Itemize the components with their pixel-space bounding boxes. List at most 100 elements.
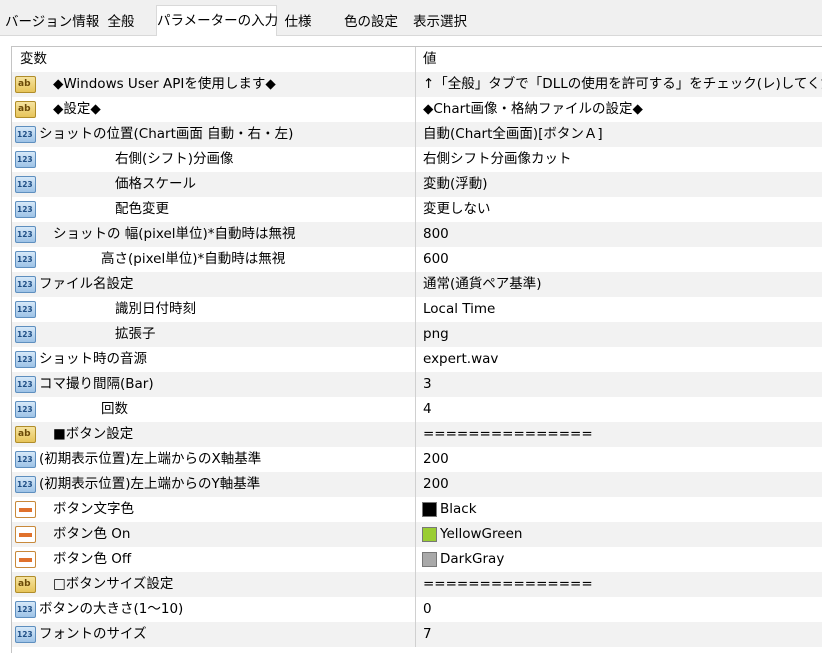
variable-label: 高さ(pixel単位)*自動時は無視 bbox=[101, 251, 286, 267]
variable-label: コマ撮り間隔(Bar) bbox=[39, 376, 154, 392]
variable-label: 配色変更 bbox=[115, 201, 169, 217]
value-label: expert.wav bbox=[423, 351, 499, 367]
table-row[interactable]: ab ◆設定◆ ◆Chart画像・格納ファイルの設定◆ bbox=[12, 97, 822, 122]
value-cell[interactable]: 自動(Chart全画面)[ボタンＡ] bbox=[417, 122, 822, 147]
value-cell[interactable]: 200 bbox=[417, 472, 822, 497]
table-row[interactable]: 123 ファイル名設定 通常(通貨ペア基準) bbox=[12, 272, 822, 297]
value-label: Black bbox=[440, 501, 477, 517]
table-row[interactable]: 123 ショットの 幅(pixel単位)*自動時は無視 800 bbox=[12, 222, 822, 247]
tab-general[interactable]: 全般 bbox=[102, 10, 140, 36]
variable-label: ■ボタン設定 bbox=[53, 426, 134, 442]
table-row[interactable]: 123 高さ(pixel単位)*自動時は無視 600 bbox=[12, 247, 822, 272]
value-cell[interactable]: ↑「全般」タブで「DLLの使用を許可する」をチェック(レ)してください bbox=[417, 72, 822, 97]
tab-color-settings[interactable]: 色の設定 bbox=[340, 10, 402, 36]
value-cell[interactable]: expert.wav bbox=[417, 347, 822, 372]
value-cell[interactable]: ◆Chart画像・格納ファイルの設定◆ bbox=[417, 97, 822, 122]
variable-cell: 123 ボタンの大きさ(1～10) bbox=[12, 597, 416, 622]
value-cell[interactable]: png bbox=[417, 322, 822, 347]
table-row[interactable]: 123 右側(シフト)分画像 右側シフト分画像カット bbox=[12, 147, 822, 172]
color-swatch bbox=[422, 527, 437, 542]
value-cell[interactable]: 7 bbox=[417, 622, 822, 647]
value-cell[interactable]: 3 bbox=[417, 372, 822, 397]
number-type-icon-label: 123 bbox=[17, 180, 33, 189]
value-cell[interactable]: 右側シフト分画像カット bbox=[417, 147, 822, 172]
value-cell[interactable]: 0 bbox=[417, 597, 822, 622]
number-type-icon: 123 bbox=[15, 601, 36, 618]
number-type-icon: 123 bbox=[15, 251, 36, 268]
number-type-icon-label: 123 bbox=[17, 330, 33, 339]
variable-cell: 123 ファイル名設定 bbox=[12, 272, 416, 297]
variable-cell: 123 価格スケール bbox=[12, 172, 416, 197]
number-type-icon-label: 123 bbox=[17, 630, 33, 639]
column-header-variable: 変数 bbox=[20, 51, 47, 67]
table-row[interactable]: ボタン文字色 Black bbox=[12, 497, 822, 522]
tab-version-info[interactable]: バージョン情報 bbox=[5, 10, 99, 36]
number-type-icon-label: 123 bbox=[17, 230, 33, 239]
value-cell[interactable]: YellowGreen bbox=[417, 522, 822, 547]
value-cell[interactable]: 600 bbox=[417, 247, 822, 272]
color-type-icon-bar bbox=[19, 558, 32, 562]
tab-specification[interactable]: 仕様 bbox=[281, 10, 315, 36]
variable-cell: 123 (初期表示位置)左上端からのY軸基準 bbox=[12, 472, 416, 497]
value-label: 200 bbox=[423, 451, 449, 467]
table-row[interactable]: ボタン色 On YellowGreen bbox=[12, 522, 822, 547]
variable-cell: ab □ボタンサイズ設定 bbox=[12, 572, 416, 597]
variable-label: 拡張子 bbox=[115, 326, 156, 342]
text-type-icon: ab bbox=[15, 576, 36, 593]
variable-cell: 123 ショットの 幅(pixel単位)*自動時は無視 bbox=[12, 222, 416, 247]
number-type-icon-label: 123 bbox=[17, 405, 33, 414]
text-type-icon-label: ab bbox=[18, 79, 31, 89]
table-row[interactable]: 123 ボタンの大きさ(1～10) 0 bbox=[12, 597, 822, 622]
table-row[interactable]: 123 ショットの位置(Chart画面 自動・右・左) 自動(Chart全画面)[ボ… bbox=[12, 122, 822, 147]
value-cell[interactable]: 通常(通貨ペア基準) bbox=[417, 272, 822, 297]
number-type-icon-label: 123 bbox=[17, 480, 33, 489]
column-header-value: 値 bbox=[423, 51, 437, 67]
table-row[interactable]: 123 (初期表示位置)左上端からのY軸基準 200 bbox=[12, 472, 822, 497]
variable-label: フォントのサイズ bbox=[39, 626, 147, 642]
table-row[interactable]: 123 コマ撮り間隔(Bar) 3 bbox=[12, 372, 822, 397]
value-cell[interactable]: 変更しない bbox=[417, 197, 822, 222]
value-cell[interactable]: 変動(浮動) bbox=[417, 172, 822, 197]
color-type-icon bbox=[15, 501, 36, 518]
table-row[interactable]: 123 ショット時の音源 expert.wav bbox=[12, 347, 822, 372]
value-label: 200 bbox=[423, 476, 449, 492]
number-type-icon: 123 bbox=[15, 301, 36, 318]
table-row[interactable]: 123 フォントのサイズ 7 bbox=[12, 622, 822, 647]
number-type-icon: 123 bbox=[15, 126, 36, 143]
tab-display-select[interactable]: 表示選択 bbox=[408, 10, 472, 36]
table-row[interactable]: 123 配色変更 変更しない bbox=[12, 197, 822, 222]
variable-cell: 123 コマ撮り間隔(Bar) bbox=[12, 372, 416, 397]
table-row[interactable]: ボタン色 Off DarkGray bbox=[12, 547, 822, 572]
value-cell[interactable]: Local Time bbox=[417, 297, 822, 322]
value-cell[interactable]: =============== bbox=[417, 572, 822, 597]
value-label: ↑「全般」タブで「DLLの使用を許可する」をチェック(レ)してください bbox=[423, 76, 822, 92]
value-label: png bbox=[423, 326, 449, 342]
number-type-icon-label: 123 bbox=[17, 130, 33, 139]
text-type-icon-label: ab bbox=[18, 429, 31, 439]
table-row[interactable]: 123 拡張子 png bbox=[12, 322, 822, 347]
variable-label: 識別日付時刻 bbox=[115, 301, 196, 317]
value-label: YellowGreen bbox=[440, 526, 523, 542]
text-type-icon: ab bbox=[15, 76, 36, 93]
table-row[interactable]: 123 価格スケール 変動(浮動) bbox=[12, 172, 822, 197]
table-row[interactable]: ab ◆Windows User APIを使用します◆ ↑「全般」タブで「DLLの使… bbox=[12, 72, 822, 97]
number-type-icon-label: 123 bbox=[17, 205, 33, 214]
variable-label: □ボタンサイズ設定 bbox=[53, 576, 174, 592]
tab-parameters[interactable]: パラメーターの入力 bbox=[156, 5, 278, 36]
table-row[interactable]: 123 識別日付時刻 Local Time bbox=[12, 297, 822, 322]
value-cell[interactable]: 800 bbox=[417, 222, 822, 247]
table-row[interactable]: ab □ボタンサイズ設定 =============== bbox=[12, 572, 822, 597]
text-type-icon: ab bbox=[15, 101, 36, 118]
table-row[interactable]: ab ■ボタン設定 =============== bbox=[12, 422, 822, 447]
variable-cell: ab ◆Windows User APIを使用します◆ bbox=[12, 72, 416, 97]
value-cell[interactable]: =============== bbox=[417, 422, 822, 447]
number-type-icon-label: 123 bbox=[17, 380, 33, 389]
value-cell[interactable]: 4 bbox=[417, 397, 822, 422]
value-cell[interactable]: DarkGray bbox=[417, 547, 822, 572]
table-row[interactable]: 123 (初期表示位置)左上端からのX軸基準 200 bbox=[12, 447, 822, 472]
value-cell[interactable]: 200 bbox=[417, 447, 822, 472]
variable-label: ボタン色 On bbox=[53, 526, 131, 542]
table-row[interactable]: 123 回数 4 bbox=[12, 397, 822, 422]
value-cell[interactable]: Black bbox=[417, 497, 822, 522]
value-label: 変動(浮動) bbox=[423, 176, 488, 192]
